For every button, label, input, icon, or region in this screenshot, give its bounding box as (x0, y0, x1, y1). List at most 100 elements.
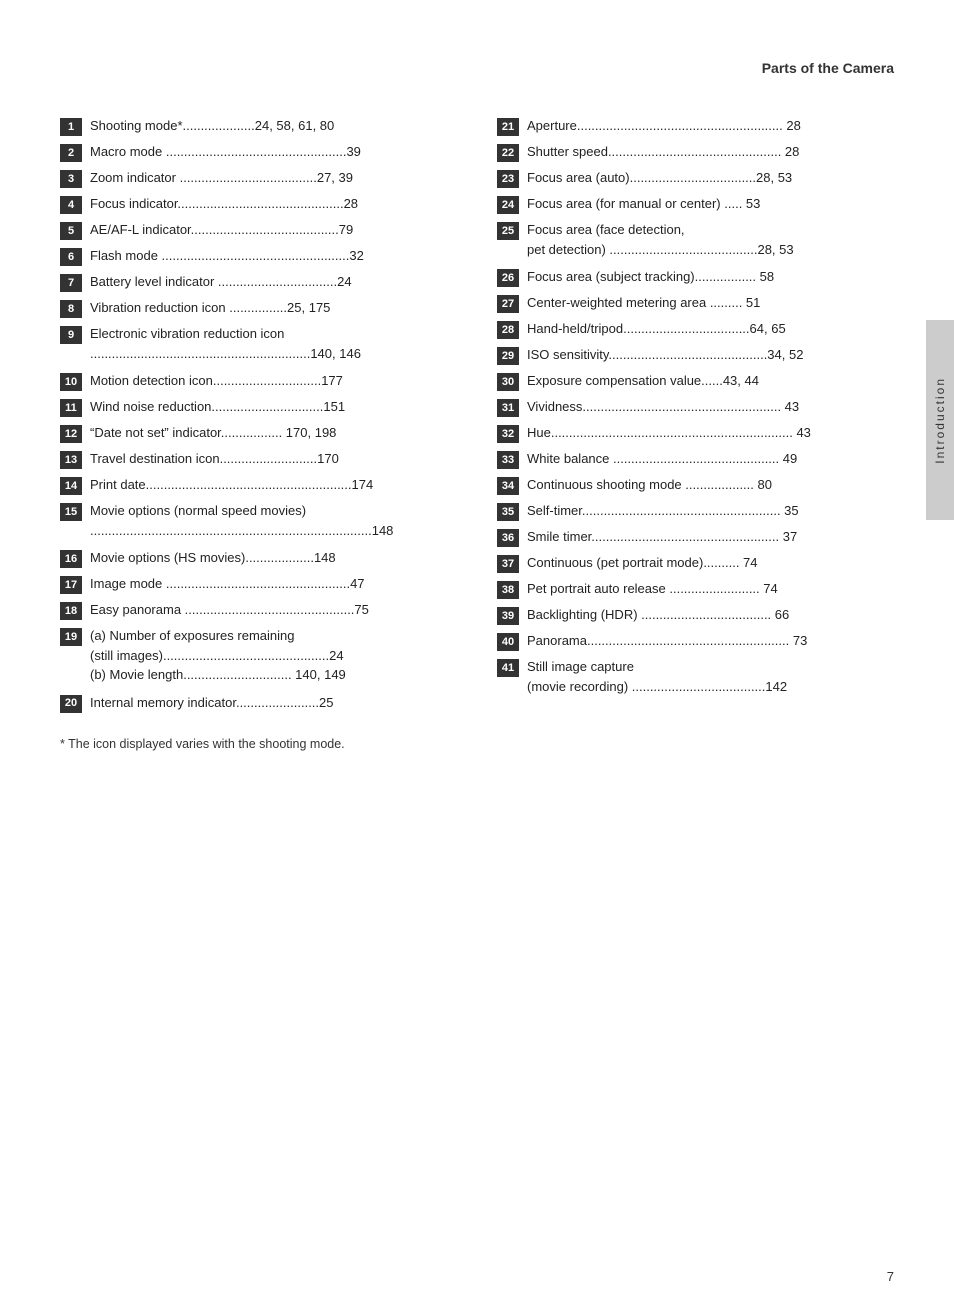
entry-number: 41 (497, 659, 519, 677)
list-item: 17Image mode ...........................… (60, 574, 457, 594)
entry-number: 3 (60, 170, 82, 188)
entry-number: 17 (60, 576, 82, 594)
entry-number: 20 (60, 695, 82, 713)
list-item: 33 White balance ........................… (497, 449, 894, 469)
entry-text: Focus area (auto).......................… (527, 168, 894, 188)
entry-number: 35 (497, 503, 519, 521)
entry-number: 22 (497, 144, 519, 162)
list-item: 40Panorama..............................… (497, 631, 894, 651)
entry-number: 38 (497, 581, 519, 599)
entry-text: Focus area (subject tracking)...........… (527, 267, 894, 287)
entry-number: 13 (60, 451, 82, 469)
entry-number: 2 (60, 144, 82, 162)
entry-text: Pet portrait auto release ..............… (527, 579, 894, 599)
list-item: 39Backlighting (HDR) ...................… (497, 605, 894, 625)
entry-number: 7 (60, 274, 82, 292)
entry-text: Focus indicator.........................… (90, 194, 457, 214)
list-item: 34 Continuous shooting mode .............… (497, 475, 894, 495)
entry-text: ISO sensitivity.........................… (527, 345, 894, 365)
list-item: 5 AE/AF-L indicator......................… (60, 220, 457, 240)
entry-number: 19 (60, 628, 82, 646)
list-item: 32Hue...................................… (497, 423, 894, 443)
entry-text: (a) Number of exposures remaining (still… (90, 626, 457, 685)
page: Parts of the Camera Introduction 1Shooti… (0, 0, 954, 1314)
entry-number: 5 (60, 222, 82, 240)
list-item: 27 Center-weighted metering area ........… (497, 293, 894, 313)
entry-text: Electronic vibration reduction icon ....… (90, 324, 457, 363)
entry-text: White balance ..........................… (527, 449, 894, 469)
page-number: 7 (887, 1269, 894, 1284)
list-item: 7Battery level indicator ...............… (60, 272, 457, 292)
list-item: 16Movie options (HS movies).............… (60, 548, 457, 568)
content-area: 1 Shooting mode*....................24, 5… (60, 116, 894, 719)
list-item: 26 Focus area (subject tracking).........… (497, 267, 894, 287)
list-item: 15Movie options (normal speed movies) ..… (60, 501, 457, 540)
list-item: 14Print date............................… (60, 475, 457, 495)
entry-number: 6 (60, 248, 82, 266)
entry-text: Smile timer.............................… (527, 527, 894, 547)
entry-number: 27 (497, 295, 519, 313)
footnote: * The icon displayed varies with the sho… (60, 737, 894, 751)
entry-number: 33 (497, 451, 519, 469)
list-item: 38 Pet portrait auto release ............… (497, 579, 894, 599)
entry-number: 29 (497, 347, 519, 365)
list-item: 8 Vibration reduction icon ..............… (60, 298, 457, 318)
entry-number: 23 (497, 170, 519, 188)
list-item: 4Focus indicator........................… (60, 194, 457, 214)
list-item: 9 Electronic vibration reduction icon ...… (60, 324, 457, 363)
right-column: 21 Aperture..............................… (497, 116, 894, 719)
entry-text: Shooting mode*....................24, 58… (90, 116, 457, 136)
entry-text: Aperture................................… (527, 116, 894, 136)
list-item: 41 Still image capture (movie recording) … (497, 657, 894, 696)
entry-number: 26 (497, 269, 519, 287)
entry-number: 16 (60, 550, 82, 568)
entry-number: 37 (497, 555, 519, 573)
entry-number: 34 (497, 477, 519, 495)
entry-text: Wind noise reduction....................… (90, 397, 457, 417)
list-item: 31Vividness.............................… (497, 397, 894, 417)
list-item: 24Focus area (for manual or center) ....… (497, 194, 894, 214)
entry-number: 9 (60, 326, 82, 344)
entry-text: Easy panorama ..........................… (90, 600, 457, 620)
entry-number: 36 (497, 529, 519, 547)
entry-text: Still image capture (movie recording) ..… (527, 657, 894, 696)
entry-number: 14 (60, 477, 82, 495)
entry-text: Focus area (for manual or center) ..... … (527, 194, 894, 214)
entry-number: 15 (60, 503, 82, 521)
list-item: 2 Macro mode ............................… (60, 142, 457, 162)
left-column: 1 Shooting mode*....................24, 5… (60, 116, 457, 719)
entry-text: Vividness...............................… (527, 397, 894, 417)
entry-text: Shutter speed...........................… (527, 142, 894, 162)
entry-text: Flash mode .............................… (90, 246, 457, 266)
entry-text: AE/AF-L indicator.......................… (90, 220, 457, 240)
list-item: 25 Focus area (face detection, pet detect… (497, 220, 894, 259)
list-item: 30Exposure compensation value......43, 4… (497, 371, 894, 391)
entry-number: 30 (497, 373, 519, 391)
entry-text: Continuous shooting mode ...............… (527, 475, 894, 495)
entry-text: Focus area (face detection, pet detectio… (527, 220, 894, 259)
list-item: 11Wind noise reduction..................… (60, 397, 457, 417)
entry-number: 21 (497, 118, 519, 136)
entry-text: Center-weighted metering area ......... … (527, 293, 894, 313)
entry-text: Macro mode .............................… (90, 142, 457, 162)
entry-number: 12 (60, 425, 82, 443)
list-item: 3Zoom indicator ........................… (60, 168, 457, 188)
entry-number: 8 (60, 300, 82, 318)
entry-text: “Date not set” indicator................… (90, 423, 457, 443)
list-item: 23 Focus area (auto).....................… (497, 168, 894, 188)
list-item: 37 Continuous (pet portrait mode)........… (497, 553, 894, 573)
list-item: 1 Shooting mode*....................24, 5… (60, 116, 457, 136)
entry-text: Hand-held/tripod........................… (527, 319, 894, 339)
entry-number: 1 (60, 118, 82, 136)
entry-number: 25 (497, 222, 519, 240)
entry-text: Self-timer..............................… (527, 501, 894, 521)
entry-text: Vibration reduction icon ...............… (90, 298, 457, 318)
sidebar-label: Introduction (933, 377, 947, 464)
entry-text: Hue.....................................… (527, 423, 894, 443)
entry-text: Continuous (pet portrait mode)..........… (527, 553, 894, 573)
list-item: 22 Shutter speed.........................… (497, 142, 894, 162)
list-item: 18Easy panorama ........................… (60, 600, 457, 620)
entry-text: Panorama................................… (527, 631, 894, 651)
list-item: 19 (a) Number of exposures remaining (sti… (60, 626, 457, 685)
sidebar-tab: Introduction (926, 320, 954, 520)
